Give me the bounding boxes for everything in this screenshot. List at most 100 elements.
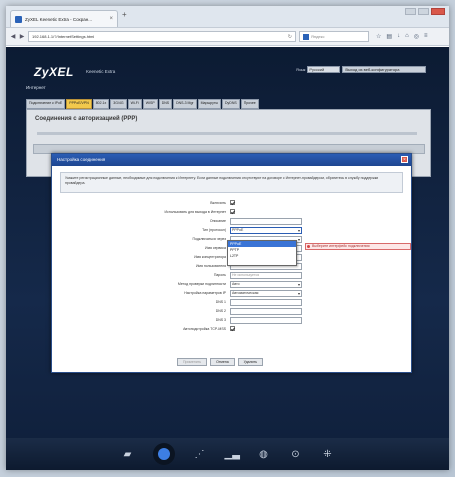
dns2-input[interactable] [230,308,302,315]
ip-settings-value: Автоматическая [232,291,259,295]
search-placeholder: Яндекс [311,34,325,39]
validation-hint: Выберите интерфейс подключения [305,243,411,250]
ip-settings-select[interactable]: Автоматическая ▾ [230,290,302,297]
dns3-input[interactable] [230,317,302,324]
tab-wisp[interactable]: WISP [142,99,158,109]
field-label: Автоподстройка TCP-MSS [183,327,226,331]
password-input[interactable]: Не используется [230,272,302,279]
browser-titlebar: ZyXEL Keenetic Extra - Сохран... × + [6,6,449,28]
protocol-select[interactable]: PPPoE ▾ [230,227,302,234]
bookmarks-icon[interactable]: ▤ [386,33,392,40]
field-label: Подключаться через [192,237,226,241]
router-taskbar: ▰ ⋰ ▁▃ ◍ ⊙ ⁜ [6,438,449,470]
star-icon[interactable]: ☆ [376,33,381,40]
connection-settings-dialog: Настройка соединения × Укажите регистрац… [51,153,412,373]
row-protocol: Тип (протокол) PPPoE ▾ [52,227,413,235]
field-label: Имя пользователя [196,264,226,268]
dialog-note: Укажите регистрационные данные, необходи… [60,172,403,193]
dialog-buttons: Применить Отмена Удалить [177,358,264,366]
protocol-value: PPPoE [232,228,244,232]
security-icon[interactable]: ⊙ [289,449,303,460]
logout-button[interactable]: Выход из веб-конфигуратора [342,66,427,73]
tab-dns3[interactable]: DNS-3 Mgr [173,99,197,109]
close-icon[interactable]: × [401,156,408,163]
tab-title: ZyXEL Keenetic Extra - Сохран... [25,16,93,22]
tab-8021x[interactable]: 802.1x [92,99,110,109]
minimize-button[interactable] [405,8,416,15]
use-internet-checkbox[interactable] [230,209,235,214]
toolbar-icons: ☆ ▤ ↓ ⌂ ◎ ≡ [376,33,427,40]
chevron-down-icon: ▾ [297,228,300,233]
globe-icon[interactable] [152,443,175,465]
description-input[interactable] [230,218,302,225]
tab-wifi[interactable]: Wi-Fi [127,99,142,109]
language-select[interactable]: Русский [307,66,341,73]
field-label: Использовать для выхода в Интернет [164,210,226,214]
dns1-input[interactable] [230,299,302,306]
field-label: Настройка параметров IP [184,291,226,295]
brand-logo: ZyXEL [34,65,74,79]
apps-icon[interactable]: ⁜ [321,449,335,460]
browser-tab[interactable]: ZyXEL Keenetic Extra - Сохран... × [10,10,118,27]
close-tab-icon[interactable]: × [109,16,113,22]
field-label: Имя концентратора [194,255,226,259]
row-enable: Включить [52,200,413,208]
network-icon[interactable]: ◍ [257,449,271,460]
row-password: Пароль Не используется [52,272,413,280]
new-tab-icon[interactable]: + [122,10,127,19]
page-title: Интернет [26,85,46,90]
home-icon[interactable]: ⌂ [405,33,409,40]
protocol-dropdown-list: PPPoE PPTP L2TP [227,240,297,266]
tab-routes[interactable]: Маршруты [197,99,222,109]
delete-button[interactable]: Удалить [237,358,264,366]
reload-icon[interactable]: ↻ [288,34,292,40]
dropdown-option[interactable]: L2TP [228,253,296,259]
wifi-icon[interactable]: ⋰ [193,449,207,460]
model-name: Keenetic Extra [86,69,116,74]
field-label: DNS 1 [215,300,226,304]
menu-icon[interactable]: ≡ [424,33,428,40]
window-controls [405,8,445,15]
tab-3g4g[interactable]: 3G/4G [110,99,127,109]
row-dns2: DNS 2 [52,308,413,316]
forward-icon[interactable]: ▶ [19,33,25,40]
tab-other[interactable]: Прочее [240,99,259,109]
enable-checkbox[interactable] [230,200,235,205]
chevron-down-icon: ▾ [297,282,300,287]
sync-icon[interactable]: ◎ [414,33,419,40]
field-label: Описание [209,219,226,223]
row-dns1: DNS 1 [52,299,413,307]
language-selector: Язык Русский Выход из веб-конфигуратора [296,66,427,73]
apply-button[interactable]: Применить [177,358,208,366]
dialog-header: Настройка соединения × [52,154,411,166]
stats-icon[interactable]: ▁▃ [225,449,240,460]
field-label: DNS 3 [215,318,226,322]
row-dns3: DNS 3 [52,317,413,325]
language-label: Язык [296,67,306,72]
row-ip-settings: Настройка параметров IP Автоматическая ▾ [52,290,413,298]
field-label: Тип (протокол) [202,228,226,232]
search-input[interactable]: Яндекс [299,31,369,42]
close-window-button[interactable] [431,8,445,15]
tab-ipoe[interactable]: Подключение к IPoE [26,99,66,109]
row-use-internet: Использовать для выхода в Интернет [52,209,413,217]
tcp-mss-checkbox[interactable] [230,326,235,331]
field-label: Метод проверки подлинности [177,282,226,286]
field-label: Имя сервиса [205,246,226,250]
tab-pppoe[interactable]: PPPoE/VPN [66,99,92,109]
chevron-down-icon: ▾ [297,291,300,296]
url-text: 192.168.1.1/?/InternetSettings.html [32,34,95,39]
cancel-button[interactable]: Отмена [210,358,235,366]
tab-dns[interactable]: DNS [158,99,173,109]
back-icon[interactable]: ◀ [10,33,16,40]
internet-icon[interactable]: ▰ [121,449,135,460]
address-bar[interactable]: 192.168.1.1/?/InternetSettings.html ↻ [28,31,296,42]
row-tcp-mss: Автоподстройка TCP-MSS [52,326,413,334]
download-icon[interactable]: ↓ [397,33,400,40]
auth-method-select[interactable]: Авто ▾ [230,281,302,288]
chevron-down-icon: ▾ [297,237,300,242]
tab-dydns[interactable]: DyDNS [222,99,240,109]
favicon-icon [15,15,22,23]
divider [37,132,417,135]
maximize-button[interactable] [418,8,429,15]
